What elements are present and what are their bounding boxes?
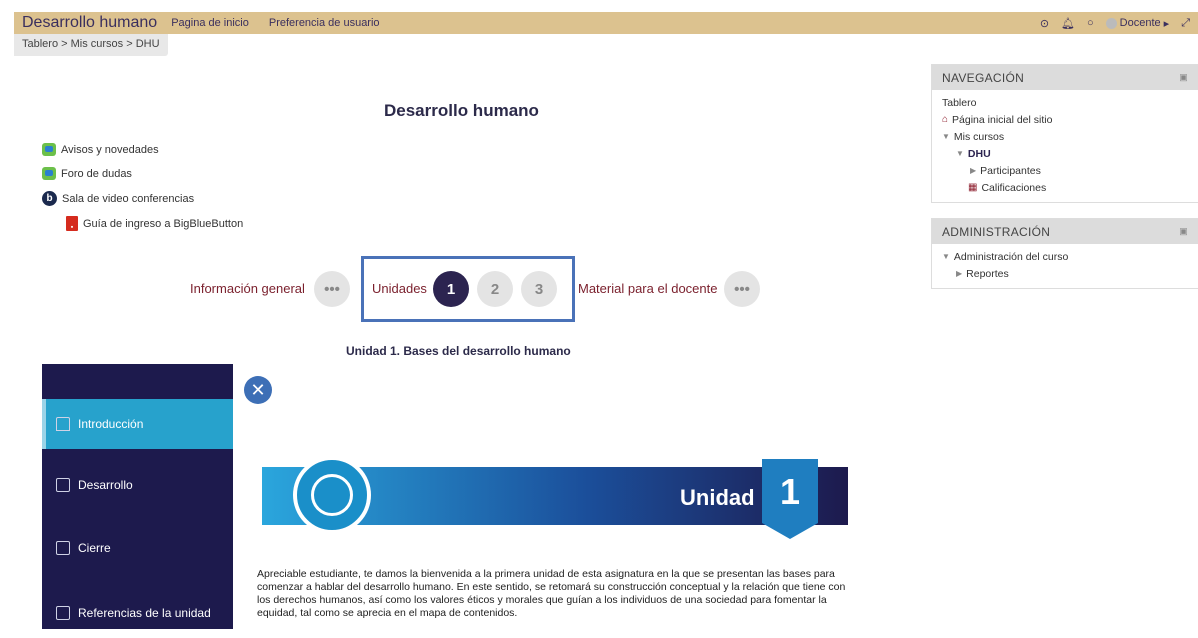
activity-guia[interactable]: ▪ Guía de ingreso a BigBlueButton — [66, 216, 243, 231]
tab-info-general[interactable]: Información general — [190, 281, 305, 296]
teacher-more-button[interactable]: ••• — [724, 271, 760, 307]
bigbluebutton-icon: b — [42, 191, 57, 206]
nav-item-calificaciones[interactable]: ▦ Calificaciones — [942, 179, 1188, 196]
block-title: NAVEGACIÓN — [942, 70, 1025, 85]
caret-right-icon: ▶ — [956, 269, 963, 278]
activity-label: Guía de ingreso a BigBlueButton — [83, 217, 244, 230]
banner-label: Unidad — [680, 485, 755, 510]
logo-icon — [293, 456, 371, 534]
caret-down-icon: ▼ — [956, 149, 964, 158]
admin-item-reportes[interactable]: ▶ Reportes — [942, 265, 1188, 282]
sidebar-item-label: Cierre — [78, 541, 111, 555]
sidebar-item-label: Introducción — [78, 417, 144, 431]
home-link[interactable]: Pagina de inicio — [171, 17, 249, 29]
page-title: Desarrollo humano — [384, 101, 539, 120]
activity-avisos[interactable]: Avisos y novedades — [42, 143, 159, 156]
breadcrumb[interactable]: Tablero > Mis cursos > DHU — [14, 34, 168, 56]
sidebar-item-label: Referencias de la unidad — [78, 606, 211, 620]
tab-material-docente[interactable]: Material para el docente — [578, 281, 717, 296]
forum-icon — [42, 143, 56, 156]
collapse-icon[interactable]: ▣ — [1179, 226, 1188, 237]
caret-down-icon: ▼ — [942, 132, 950, 141]
unit-number-badge: 1 — [762, 459, 818, 539]
sidebar-item-cierre[interactable]: Cierre — [42, 523, 233, 573]
caret-down-icon: ▼ — [942, 252, 950, 261]
bell-icon[interactable]: 🔔︎ — [1061, 17, 1075, 30]
home-icon — [56, 417, 70, 431]
forum-icon — [42, 167, 56, 180]
user-menu[interactable]: Docente ▸ — [1105, 17, 1170, 30]
caret-right-icon: ▸ — [1163, 17, 1170, 30]
activity-video[interactable]: b Sala de video conferencias — [42, 191, 194, 206]
sidebar-item-referencias[interactable]: Referencias de la unidad — [42, 588, 233, 638]
expand-icon[interactable]: ⤢ — [1181, 17, 1190, 30]
document-icon — [56, 478, 70, 492]
nav-item-tablero[interactable]: Tablero — [942, 94, 1188, 111]
target-icon[interactable]: ⊙ — [1040, 17, 1049, 30]
avatar — [1105, 17, 1117, 29]
close-icon[interactable]: ✕ — [244, 376, 272, 404]
activity-foro[interactable]: Foro de dudas — [42, 167, 132, 180]
nav-item-dhu[interactable]: ▼ DHU — [942, 145, 1188, 162]
sidebar-item-label: Desarrollo — [78, 478, 133, 492]
pdf-icon: ▪ — [66, 216, 78, 231]
home-icon: ⌂ — [942, 114, 949, 125]
nav-item-pagina-inicial[interactable]: ⌂ Página inicial del sitio — [942, 111, 1188, 128]
sidebar-item-introduccion[interactable]: Introducción — [42, 399, 233, 449]
chat-bubble-icon[interactable]: ○ — [1087, 17, 1094, 29]
info-more-button[interactable]: ••• — [314, 271, 350, 307]
highlight-box — [361, 256, 575, 322]
user-preferences-link[interactable]: Preferencia de usuario — [269, 17, 380, 29]
sidebar-item-desarrollo[interactable]: Desarrollo — [42, 460, 233, 510]
intro-paragraph: Apreciable estudiante, te damos la bienv… — [257, 568, 846, 619]
activity-label: Sala de video conferencias — [62, 192, 195, 205]
unit-sidebar: Introducción Desarrollo Cierre Referenci… — [42, 364, 233, 629]
references-icon — [56, 606, 70, 620]
activity-label: Avisos y novedades — [61, 143, 159, 156]
unit-heading: Unidad 1. Bases del desarrollo humano — [346, 344, 571, 358]
activity-label: Foro de dudas — [61, 167, 132, 180]
collapse-icon[interactable]: ▣ — [1179, 72, 1188, 83]
table-icon: ▦ — [968, 182, 978, 193]
nav-item-mis-cursos[interactable]: ▼ Mis cursos — [942, 128, 1188, 145]
admin-item-curso[interactable]: ▼ Administración del curso — [942, 248, 1188, 265]
block-title: ADMINISTRACIÓN — [942, 224, 1051, 239]
nav-item-participantes[interactable]: ▶ Participantes — [942, 162, 1188, 179]
site-brand[interactable]: Desarrollo humano — [22, 14, 157, 32]
administration-block: ADMINISTRACIÓN ▣ ▼ Administración del cur… — [931, 218, 1198, 289]
caret-right-icon: ▶ — [970, 166, 977, 175]
user-name: Docente — [1119, 17, 1161, 29]
navigation-block: NAVEGACIÓN ▣ Tablero ⌂ Página inicial del… — [931, 64, 1198, 203]
top-navbar: Desarrollo humano Pagina de inicio Prefe… — [14, 12, 1198, 34]
book-icon — [56, 541, 70, 555]
